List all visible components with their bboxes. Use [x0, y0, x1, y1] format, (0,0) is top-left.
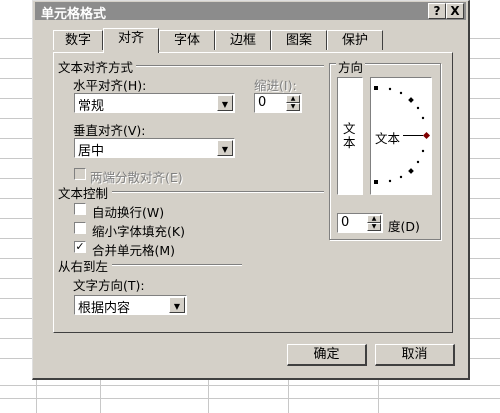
spin-up-icon[interactable]: ▲ [286, 95, 300, 103]
degree-label: 度(D) [388, 219, 420, 234]
help-button[interactable]: ? [428, 3, 446, 19]
horizontal-alignment-label: 水平对齐(H): [73, 78, 147, 93]
grid-line [208, 380, 209, 413]
horizontal-alignment-value: 常规 [78, 99, 105, 114]
wrap-text-label: 自动换行(W) [92, 205, 165, 220]
text-direction-value: 根据内容 [78, 301, 131, 316]
orientation-dial[interactable]: 文本 [370, 77, 432, 195]
section-divider [112, 264, 242, 266]
dialog-title: 单元格格式 [41, 7, 107, 22]
tab-protection[interactable]: 保护 [327, 30, 383, 50]
text-direction-label: 文字方向(T): [73, 278, 145, 293]
title-bar[interactable]: 单元格格式 ? X [35, 2, 466, 22]
format-cells-dialog: 单元格格式 ? X 数字 对齐 字体 边框 图案 保护 文本对齐方式 水平对齐(… [32, 0, 470, 380]
dial-marker [408, 97, 414, 103]
vertical-alignment-value: 居中 [78, 144, 105, 159]
distributed-checkbox[interactable] [74, 168, 86, 180]
indent-label: 缩进(I): [254, 78, 297, 93]
wrap-text-checkbox[interactable] [74, 203, 86, 215]
check-icon: ✓ [75, 240, 85, 253]
vertical-text: 文本 [343, 121, 356, 150]
orientation-section-label: 方向 [336, 57, 366, 76]
grid-line [100, 380, 101, 413]
text-control-section-label: 文本控制 [58, 186, 109, 201]
grid-line [0, 385, 500, 386]
horizontal-alignment-select[interactable]: 常规 ▼ [74, 93, 235, 114]
tab-alignment[interactable]: 对齐 [103, 28, 159, 53]
dial-dot [416, 106, 420, 110]
spin-up-icon[interactable]: ▲ [367, 215, 381, 223]
cancel-button[interactable]: 取消 [375, 344, 455, 366]
ok-button[interactable]: 确定 [287, 344, 367, 366]
dial-marker [374, 86, 378, 90]
indent-value: 0 [258, 95, 267, 110]
grid-line [36, 380, 37, 413]
dial-dot [421, 149, 425, 153]
merge-cells-checkbox[interactable]: ✓ [74, 241, 86, 253]
grid-line [288, 380, 289, 413]
grid-line [0, 398, 500, 399]
tab-patterns[interactable]: 图案 [271, 30, 327, 50]
chevron-down-icon[interactable]: ▼ [217, 140, 233, 156]
indent-spinner[interactable]: 0 ▲ ▼ [254, 93, 302, 113]
grid-line [378, 380, 379, 413]
spin-down-icon[interactable]: ▼ [367, 223, 381, 231]
text-direction-select[interactable]: 根据内容 ▼ [74, 295, 187, 316]
dial-marker [374, 180, 378, 184]
dial-marker [408, 168, 414, 174]
vertical-alignment-label: 垂直对齐(V): [73, 123, 146, 138]
dial-handle[interactable] [422, 131, 431, 140]
vertical-text-box[interactable]: 文本 [337, 77, 363, 195]
chevron-down-icon[interactable]: ▼ [169, 297, 185, 313]
close-button[interactable]: X [446, 3, 464, 19]
chevron-down-icon[interactable]: ▼ [217, 95, 233, 111]
shrink-to-fit-label: 缩小字体填充(K) [92, 224, 185, 239]
rtl-section-label: 从右到左 [58, 259, 109, 274]
dial-dot [388, 87, 392, 91]
dial-dot [399, 175, 403, 179]
spin-down-icon[interactable]: ▼ [286, 103, 300, 111]
section-divider [136, 65, 324, 67]
dial-dot [388, 179, 392, 183]
degree-value: 0 [341, 215, 350, 230]
dial-dot [416, 160, 420, 164]
section-divider [112, 191, 324, 193]
dial-dot [399, 91, 403, 95]
tab-font[interactable]: 字体 [159, 30, 215, 50]
degree-spinner[interactable]: 0 ▲ ▼ [337, 213, 383, 233]
tab-number[interactable]: 数字 [53, 30, 103, 50]
dial-dot [421, 116, 425, 120]
shrink-to-fit-checkbox[interactable] [74, 222, 86, 234]
alignment-panel: 文本对齐方式 水平对齐(H): 常规 ▼ 缩进(I): 0 ▲ ▼ 垂直对齐(V… [53, 52, 453, 333]
horizontal-text: 文本 [375, 131, 401, 146]
text-alignment-section-label: 文本对齐方式 [58, 60, 134, 75]
vertical-alignment-select[interactable]: 居中 ▼ [74, 138, 235, 159]
tab-border[interactable]: 边框 [215, 30, 271, 50]
